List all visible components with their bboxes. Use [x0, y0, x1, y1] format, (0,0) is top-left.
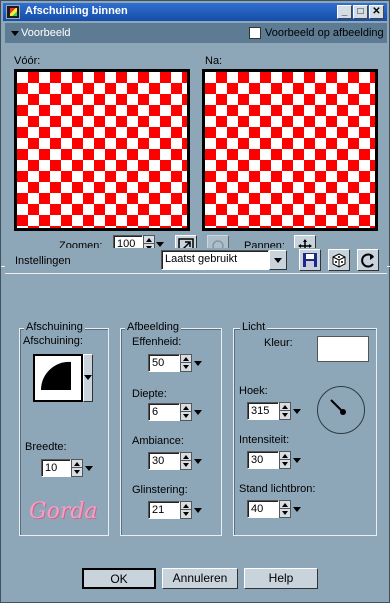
width-dropdown-icon[interactable] [85, 466, 93, 471]
preview-on-image-label: Voorbeeld op afbeelding [265, 27, 384, 39]
elevation-spinner[interactable] [279, 500, 291, 518]
title-bar[interactable]: Afschuining binnen _ □ ✕ [3, 3, 387, 21]
elevation-input[interactable]: 40 [247, 500, 279, 518]
angle-input[interactable]: 315 [247, 402, 279, 420]
color-label: Kleur: [264, 337, 293, 349]
shininess-spinner[interactable] [180, 501, 192, 519]
image-group-label: Afbeelding [125, 321, 181, 333]
width-label: Breedte: [25, 441, 67, 453]
preset-dropdown-button[interactable] [269, 250, 287, 270]
after-label: Na: [205, 55, 223, 67]
random-button[interactable] [328, 249, 350, 271]
intensity-dropdown-icon[interactable] [293, 458, 301, 463]
depth-input[interactable]: 6 [148, 403, 180, 421]
before-preview[interactable] [14, 69, 190, 231]
shininess-label: Glinstering: [132, 484, 188, 496]
close-icon[interactable]: ✕ [369, 5, 384, 19]
light-group-label: Licht [240, 321, 268, 333]
light-color-swatch[interactable] [317, 336, 369, 362]
elevation-label: Stand lichtbron: [239, 483, 316, 495]
shininess-input[interactable]: 21 [148, 501, 180, 519]
app-icon [6, 5, 20, 19]
shininess-dropdown-icon[interactable] [194, 508, 202, 513]
reset-button[interactable] [357, 249, 379, 271]
smoothness-dropdown-icon[interactable] [194, 361, 202, 366]
width-input[interactable]: 10 [41, 459, 71, 477]
bevel-shape-dropdown[interactable] [83, 354, 93, 402]
save-preset-button[interactable] [299, 249, 321, 271]
bevel-shape-preview[interactable] [33, 354, 83, 402]
watermark-signature: Gorda [29, 499, 98, 524]
before-label: Vóór: [14, 55, 41, 67]
settings-label: Instellingen [15, 255, 71, 267]
depth-dropdown-icon[interactable] [194, 410, 202, 415]
cancel-button[interactable]: Annuleren [162, 568, 238, 589]
width-spinner[interactable] [71, 459, 83, 477]
elevation-dropdown-icon[interactable] [293, 507, 301, 512]
ok-button[interactable]: OK [82, 568, 156, 589]
intensity-spinner[interactable] [279, 451, 291, 469]
bevel-shape-label: Afschuining: [23, 335, 83, 347]
dice-icon [332, 253, 346, 268]
smoothness-spinner[interactable] [180, 354, 192, 372]
bevel-shape-icon [40, 361, 71, 390]
depth-label: Diepte: [132, 388, 167, 400]
preset-select[interactable]: Laatst gebruikt [161, 250, 269, 270]
angle-spinner[interactable] [279, 402, 291, 420]
intensity-label: Intensiteit: [239, 434, 290, 446]
maximize-icon[interactable]: □ [353, 5, 368, 19]
ambience-spinner[interactable] [180, 452, 192, 470]
depth-spinner[interactable] [180, 403, 192, 421]
dialog-window: Afschuining binnen _ □ ✕ Voorbeeld Voorb… [0, 0, 390, 603]
collapse-icon[interactable] [11, 31, 19, 36]
minimize-icon[interactable]: _ [337, 5, 352, 19]
help-button[interactable]: Help [244, 568, 318, 589]
angle-dial[interactable] [317, 386, 365, 434]
window-title: Afschuining binnen [25, 5, 128, 17]
floppy-icon [303, 253, 317, 267]
angle-label: Hoek: [239, 385, 268, 397]
preview-on-image-checkbox[interactable] [249, 27, 261, 39]
chevron-down-icon [274, 258, 282, 263]
angle-needle-icon [330, 399, 346, 415]
smoothness-input[interactable]: 50 [148, 354, 180, 372]
smoothness-label: Effenheid: [132, 336, 182, 348]
chevron-down-icon [84, 375, 92, 380]
angle-dropdown-icon[interactable] [293, 409, 301, 414]
undo-icon [361, 253, 374, 268]
ambience-input[interactable]: 30 [148, 452, 180, 470]
bevel-group-label: Afschuining [24, 321, 85, 333]
after-preview[interactable] [202, 69, 378, 231]
ambience-label: Ambiance: [132, 435, 184, 447]
preview-header-label: Voorbeeld [21, 27, 71, 39]
ambience-dropdown-icon[interactable] [194, 459, 202, 464]
intensity-input[interactable]: 30 [247, 451, 279, 469]
zoom-dropdown-icon[interactable] [156, 242, 164, 247]
preview-header[interactable]: Voorbeeld Voorbeeld op afbeelding [5, 23, 387, 43]
